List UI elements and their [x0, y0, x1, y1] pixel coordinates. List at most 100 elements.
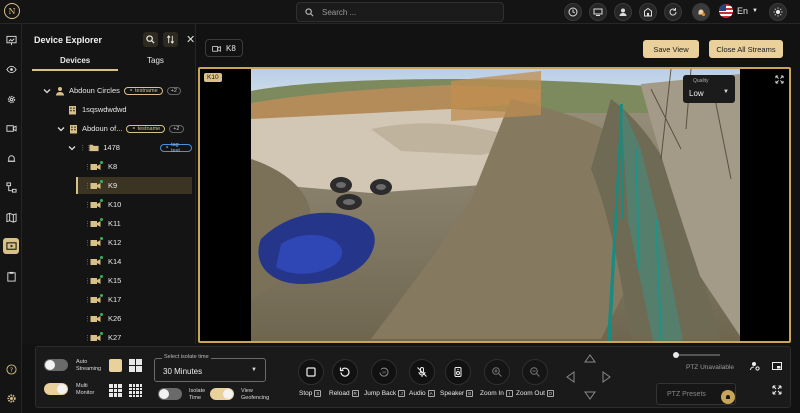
navigation-rail: ? [0, 24, 22, 413]
user-button[interactable] [614, 3, 632, 21]
chevron-down-icon[interactable] [42, 86, 51, 95]
tab-tags[interactable]: Tags [147, 56, 164, 65]
auto-streaming-toggle[interactable] [44, 359, 68, 371]
explorer-sort-button[interactable] [163, 32, 178, 47]
layout-4x4-button[interactable] [129, 384, 142, 397]
picture-in-picture-icon[interactable] [772, 361, 782, 371]
ptz-right-arrow-icon[interactable] [602, 371, 611, 383]
user-settings-icon[interactable] [750, 361, 760, 371]
speaker-button[interactable] [445, 359, 471, 385]
explorer-tabs: Devices Tags [22, 56, 196, 70]
tree-item-folder[interactable]: ⋮⋮ 1478 ⚬ tag test [22, 139, 192, 156]
tree-item-label: K11 [108, 219, 121, 228]
chevron-down-icon[interactable] [68, 143, 76, 152]
rail-playback[interactable] [3, 238, 19, 254]
rail-reports[interactable] [3, 268, 19, 284]
tree-item-camera-k8[interactable]: ⋮⋮ K8 [22, 158, 192, 175]
search-bar[interactable] [296, 2, 504, 22]
reload-button[interactable] [332, 359, 358, 385]
camera-icon [90, 237, 103, 247]
isolate-time-toggle[interactable] [158, 388, 182, 400]
expand-icon[interactable] [772, 385, 782, 395]
theme-toggle-button[interactable] [769, 3, 787, 21]
more-tags-badge: +2 [169, 124, 184, 133]
ptz-down-arrow-icon[interactable] [584, 391, 596, 400]
zoom-in-button[interactable] [484, 359, 510, 385]
tree-item-camera-k12[interactable]: ⋮⋮ K12 [22, 234, 192, 251]
notifications-button[interactable] [692, 3, 710, 21]
tag-badge: ⚬ testname [126, 124, 166, 133]
isolate-time-select[interactable]: Select isolate time 30 Minutes ▼ [154, 354, 266, 382]
view-geofencing-toggle[interactable] [210, 388, 234, 400]
tree-item-camera-k11[interactable]: ⋮⋮ K11 [22, 215, 192, 232]
tree-item-label: K10 [108, 200, 122, 209]
ptz-left-arrow-icon[interactable] [566, 371, 575, 383]
monitor-button[interactable] [589, 3, 607, 21]
zoom-out-button[interactable] [522, 359, 548, 385]
shortcut-key: S [314, 390, 322, 397]
gear-filled-icon [6, 393, 16, 403]
fullscreen-icon[interactable] [775, 75, 784, 84]
rail-map[interactable] [3, 209, 19, 225]
slider-knob[interactable] [673, 352, 679, 358]
quality-selector[interactable]: Quality Low ▼ [683, 75, 735, 103]
audio-label: Audio A [409, 390, 435, 397]
ptz-status-text: PTZ Unavailable [686, 364, 735, 371]
rail-live-view[interactable] [3, 61, 19, 77]
tree-item-camera-k17[interactable]: ⋮⋮ K17 [22, 291, 192, 308]
jump-back-button[interactable]: 30 [371, 359, 397, 385]
map-icon [5, 212, 17, 223]
clock-button[interactable] [564, 3, 582, 21]
rail-preferences[interactable] [3, 390, 19, 406]
tree-item-camera-k27[interactable]: ⋮⋮ K27 [22, 329, 192, 346]
rail-hierarchy[interactable] [3, 179, 19, 195]
zoom-out-label: Zoom Out O [516, 390, 554, 397]
close-all-streams-button[interactable]: Close All Streams [709, 40, 783, 58]
ptz-up-arrow-icon[interactable] [584, 354, 596, 363]
activity-badge-icon[interactable] [721, 390, 735, 404]
tree-item-site[interactable]: 1sqswdwdwd [22, 101, 192, 118]
layout-3x3-button[interactable] [109, 384, 122, 397]
save-view-button[interactable]: Save View [643, 40, 699, 58]
tree-item-label: K17 [108, 295, 122, 304]
search-input[interactable] [322, 7, 492, 17]
shortcut-key: I [505, 390, 513, 397]
tree-item-org[interactable]: Abdoun Circles ⚬ testname +2 [22, 82, 192, 99]
language-selector[interactable]: En ▼ [719, 4, 758, 18]
multi-monitor-toggle[interactable] [44, 383, 68, 395]
tree-item-camera-k14[interactable]: ⋮⋮ K14 [22, 253, 192, 270]
refresh-button[interactable] [664, 3, 682, 21]
refresh-icon [669, 8, 677, 16]
rail-settings[interactable] [3, 91, 19, 107]
close-icon[interactable]: ✕ [186, 33, 195, 46]
monitor-icon [593, 8, 603, 16]
layout-2x2-button[interactable] [129, 359, 142, 372]
active-tab-indicator [32, 69, 118, 71]
layout-1x1-button[interactable] [109, 359, 122, 372]
audio-button[interactable] [409, 359, 435, 385]
tab-devices[interactable]: Devices [60, 56, 90, 65]
tree-item-camera-k15[interactable]: ⋮⋮ K15 [22, 272, 192, 289]
rail-help[interactable]: ? [3, 361, 19, 377]
ptz-speed-slider[interactable] [673, 352, 720, 358]
explorer-search-button[interactable] [143, 32, 158, 47]
tree-item-camera-k10[interactable]: ⋮⋮ K10 [22, 196, 192, 213]
drag-handle-icon[interactable]: ⋮⋮ [79, 144, 92, 152]
online-status-dot [100, 332, 103, 335]
rail-alerts[interactable] [3, 150, 19, 166]
language-label: En [737, 6, 749, 16]
brand-logo[interactable]: N [4, 3, 20, 19]
stop-button[interactable] [298, 359, 324, 385]
rail-dashboard[interactable] [3, 32, 19, 48]
video-player[interactable]: K10 Quality Low ▼ [198, 67, 791, 343]
stream-tab-k8[interactable]: K8 [205, 39, 243, 57]
rail-cameras[interactable] [3, 120, 19, 136]
tree-item-label: K12 [108, 238, 122, 247]
building-icon [644, 7, 652, 17]
building-button[interactable] [639, 3, 657, 21]
tree-item-camera-k26[interactable]: ⋮⋮ K26 [22, 310, 192, 327]
tree-item-site[interactable]: Abdoun of... ⚬ testname +2 [22, 120, 192, 137]
chevron-down-icon[interactable] [56, 124, 65, 133]
us-flag-icon [719, 4, 733, 18]
tree-item-camera-k9[interactable]: ⋮⋮ K9 [76, 177, 192, 194]
